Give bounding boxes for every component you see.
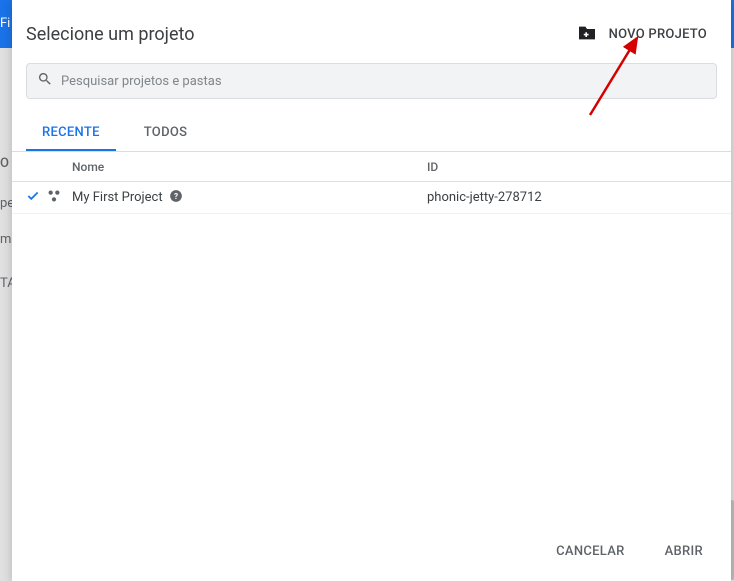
project-picker-dialog: Selecione um projeto NOVO PROJETO RECENT… [12, 0, 731, 581]
bg-fragment: m [0, 232, 11, 247]
new-folder-icon [577, 25, 597, 45]
check-icon [26, 189, 40, 207]
search-container [12, 63, 731, 115]
svg-text:?: ? [174, 190, 178, 200]
search-field[interactable] [26, 63, 717, 99]
header-id: ID [427, 160, 717, 174]
project-table: Nome ID My First Project ? pho [12, 152, 731, 522]
tab-recent[interactable]: RECENTE [26, 115, 116, 151]
open-button[interactable]: ABRIR [657, 538, 711, 565]
cancel-button[interactable]: CANCELAR [548, 538, 633, 565]
tabs: RECENTE TODOS [12, 115, 731, 152]
project-name: My First Project [72, 190, 163, 205]
bg-fragment: O [0, 156, 9, 171]
search-input[interactable] [61, 74, 706, 89]
dialog-footer: CANCELAR ABRIR [12, 522, 731, 581]
bg-fragment: Fi [0, 16, 10, 31]
new-project-button[interactable]: NOVO PROJETO [577, 25, 707, 45]
table-header: Nome ID [12, 152, 731, 182]
dialog-title: Selecione um projeto [26, 24, 194, 45]
project-id: phonic-jetty-278712 [427, 190, 717, 205]
project-icon [46, 188, 62, 208]
search-icon [37, 71, 53, 91]
header-name: Nome [72, 160, 427, 174]
new-project-label: NOVO PROJETO [609, 27, 707, 42]
help-icon[interactable]: ? [169, 189, 183, 207]
tab-all[interactable]: TODOS [128, 115, 204, 151]
table-row[interactable]: My First Project ? phonic-jetty-278712 [12, 182, 731, 214]
dialog-header: Selecione um projeto NOVO PROJETO [12, 0, 731, 63]
